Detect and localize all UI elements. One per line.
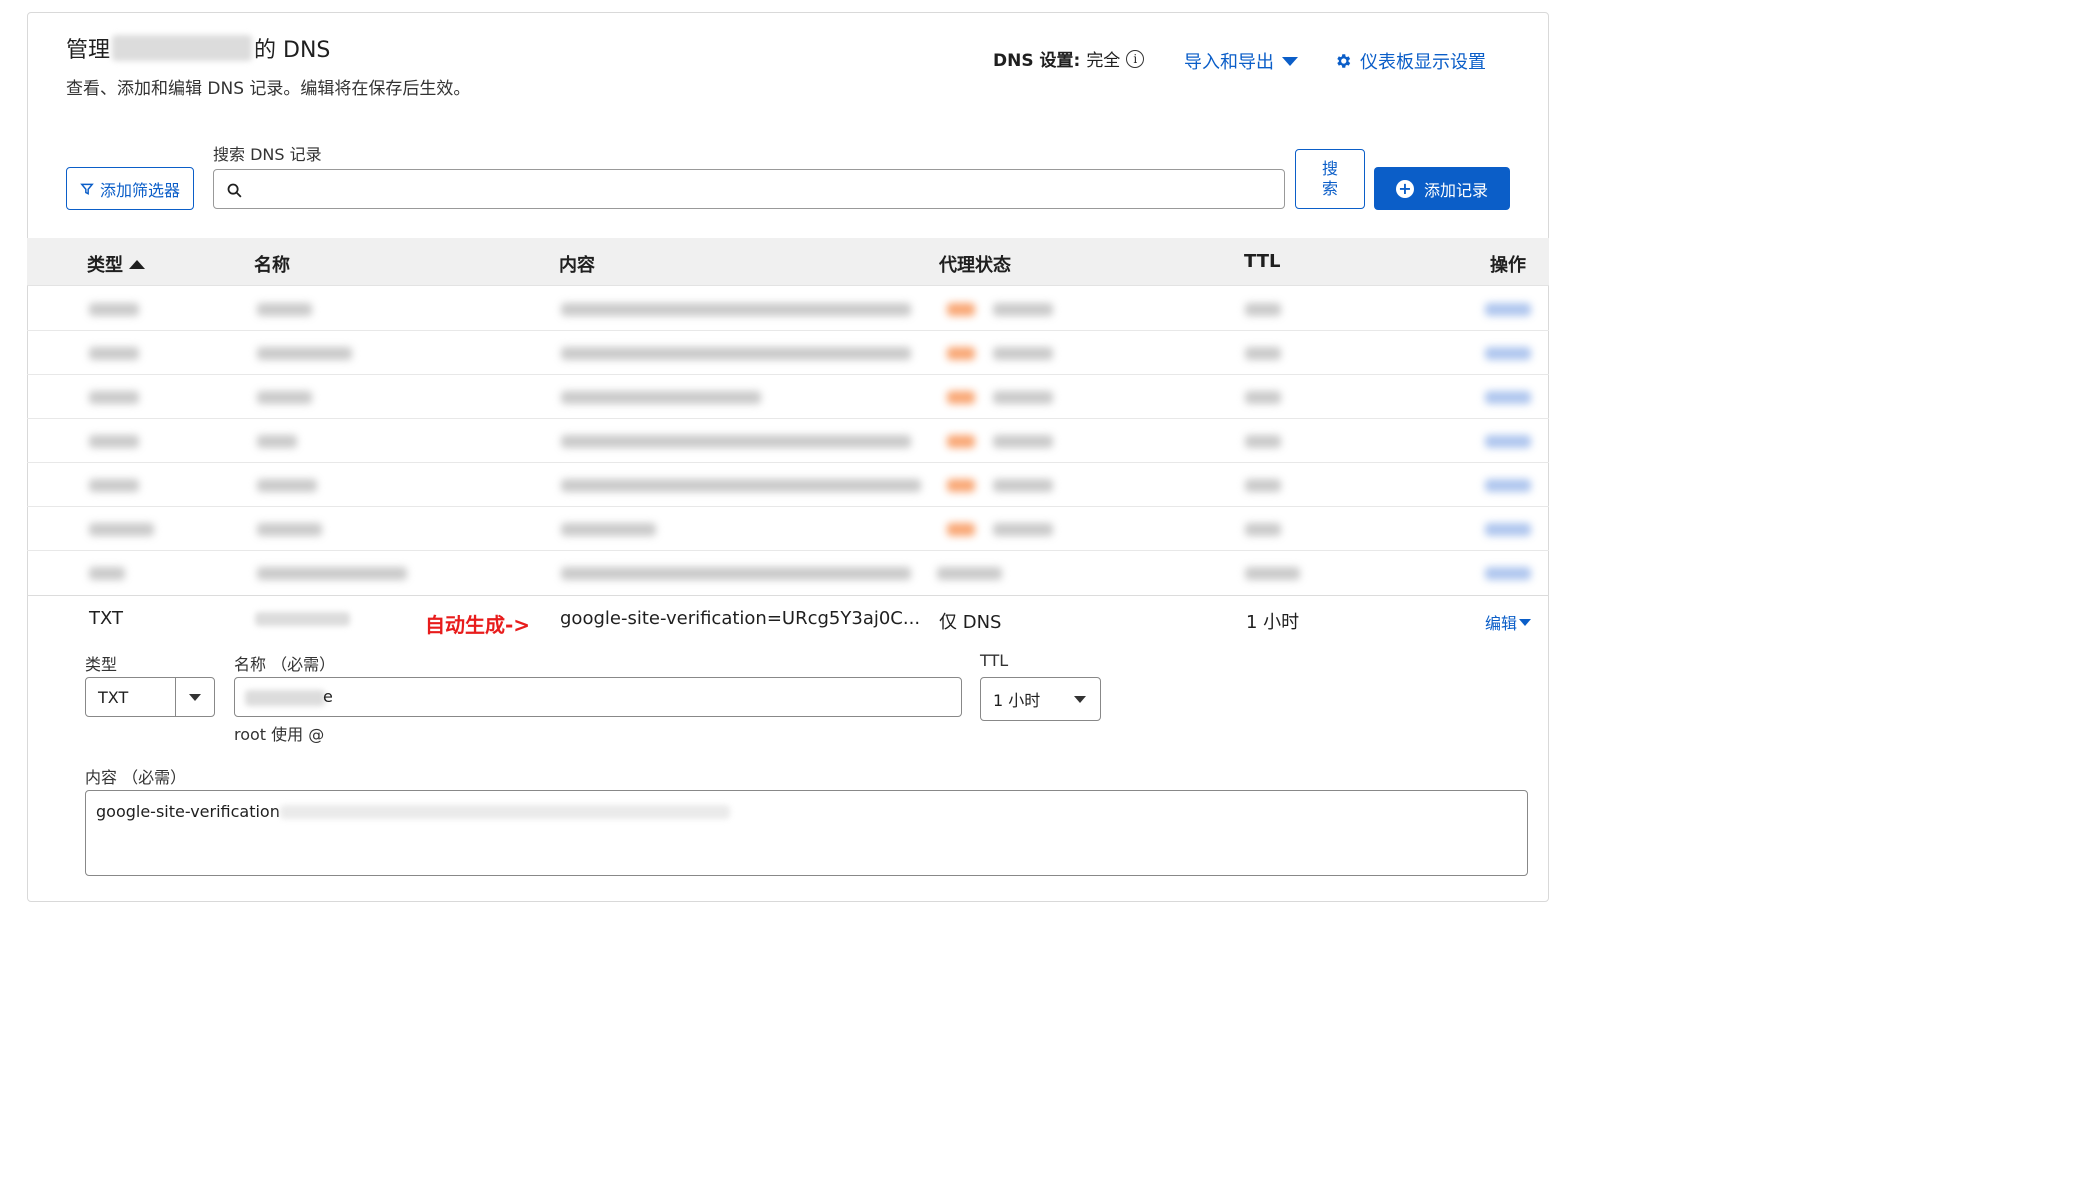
- name-input[interactable]: e: [234, 677, 962, 717]
- column-header-ttl: TTL: [1244, 251, 1281, 272]
- content-field-label: 内容 （必需）: [85, 768, 187, 787]
- redacted-domain: [112, 35, 253, 61]
- add-filter-button[interactable]: 添加筛选器: [66, 167, 194, 210]
- name-input-value: e: [323, 687, 333, 706]
- type-field-label: 类型: [85, 655, 118, 674]
- table-row[interactable]: [27, 287, 1549, 331]
- dropdown-arrow-icon: [1074, 695, 1086, 703]
- search-input[interactable]: [213, 169, 1285, 209]
- dashboard-display-label: 仪表板显示设置: [1360, 52, 1486, 73]
- search-button[interactable]: 搜 索: [1295, 149, 1365, 209]
- dns-setting-label: DNS 设置:: [993, 51, 1081, 71]
- ttl-select[interactable]: 1 小时: [980, 677, 1101, 721]
- dns-setting-value: 完全: [1086, 51, 1121, 71]
- table-row-expanded[interactable]: TXT 自动生成-> google-site-verification=URcg…: [27, 595, 1549, 643]
- table-row[interactable]: [27, 507, 1549, 551]
- redacted-name-value: [245, 690, 325, 706]
- add-record-button[interactable]: + 添加记录: [1374, 167, 1510, 210]
- table-row[interactable]: [27, 331, 1549, 375]
- table-row[interactable]: [27, 375, 1549, 419]
- table-row[interactable]: [27, 419, 1549, 463]
- title-suffix: 的 DNS: [254, 38, 331, 63]
- table-row[interactable]: [27, 463, 1549, 507]
- column-header-proxy-status: 代理状态: [939, 255, 1011, 276]
- type-select-value: TXT: [98, 687, 129, 707]
- name-hint: root 使用 @: [234, 725, 325, 744]
- row-proxy-status: 仅 DNS: [939, 612, 1002, 633]
- table-row[interactable]: [27, 551, 1549, 595]
- auto-generated-annotation: 自动生成->: [425, 613, 531, 637]
- name-field-label: 名称 （必需）: [234, 655, 336, 674]
- search-icon: [227, 183, 242, 198]
- chevron-down-icon: [1519, 618, 1532, 626]
- column-type-label: 类型: [87, 255, 123, 276]
- column-header-name: 名称: [254, 255, 290, 276]
- ttl-select-value: 1 小时: [993, 691, 1041, 710]
- info-icon[interactable]: i: [1126, 49, 1145, 68]
- row-type: TXT: [89, 608, 124, 629]
- edit-label: 编辑: [1485, 614, 1518, 633]
- add-filter-label: 添加筛选器: [99, 180, 180, 200]
- redacted-content-value: [280, 805, 730, 819]
- type-select[interactable]: TXT: [85, 677, 215, 717]
- content-textarea-value: google-site-verification: [96, 802, 280, 821]
- ttl-field-label: TTL: [980, 651, 1009, 670]
- redacted-name: [255, 612, 350, 626]
- sort-ascending-icon: [129, 259, 145, 269]
- column-header-type[interactable]: 类型: [87, 251, 145, 277]
- edit-button[interactable]: 编辑: [1485, 610, 1532, 634]
- import-export-menu[interactable]: 导入和导出: [1184, 48, 1298, 74]
- filter-icon: [80, 183, 94, 195]
- dashboard-display-settings-link[interactable]: 仪表板显示设置: [1334, 48, 1486, 74]
- column-header-actions: 操作: [1490, 255, 1526, 276]
- column-header-content: 内容: [559, 255, 595, 276]
- add-record-label: 添加记录: [1423, 180, 1488, 200]
- page-subtitle: 查看、添加和编辑 DNS 记录。编辑将在保存后生效。: [66, 79, 471, 99]
- title-prefix: 管理: [66, 38, 111, 63]
- gear-icon: [1337, 54, 1351, 68]
- chevron-down-icon: [1282, 56, 1298, 66]
- import-export-label: 导入和导出: [1184, 52, 1274, 73]
- page-title: 管理 的 DNS: [66, 32, 330, 64]
- dropdown-arrow-icon: [189, 693, 201, 701]
- row-content: google-site-verification=URcg5Y3aj0C...: [560, 608, 921, 629]
- dns-setting: DNS 设置: 完全 i: [993, 46, 1145, 71]
- search-label: 搜索 DNS 记录: [213, 145, 322, 164]
- search-button-label: 搜 索: [1321, 159, 1338, 198]
- row-ttl: 1 小时: [1246, 612, 1300, 633]
- content-textarea[interactable]: google-site-verification: [85, 790, 1528, 876]
- table-header: 类型 名称 内容 代理状态 TTL 操作: [27, 238, 1549, 286]
- plus-circle-icon: +: [1395, 179, 1414, 198]
